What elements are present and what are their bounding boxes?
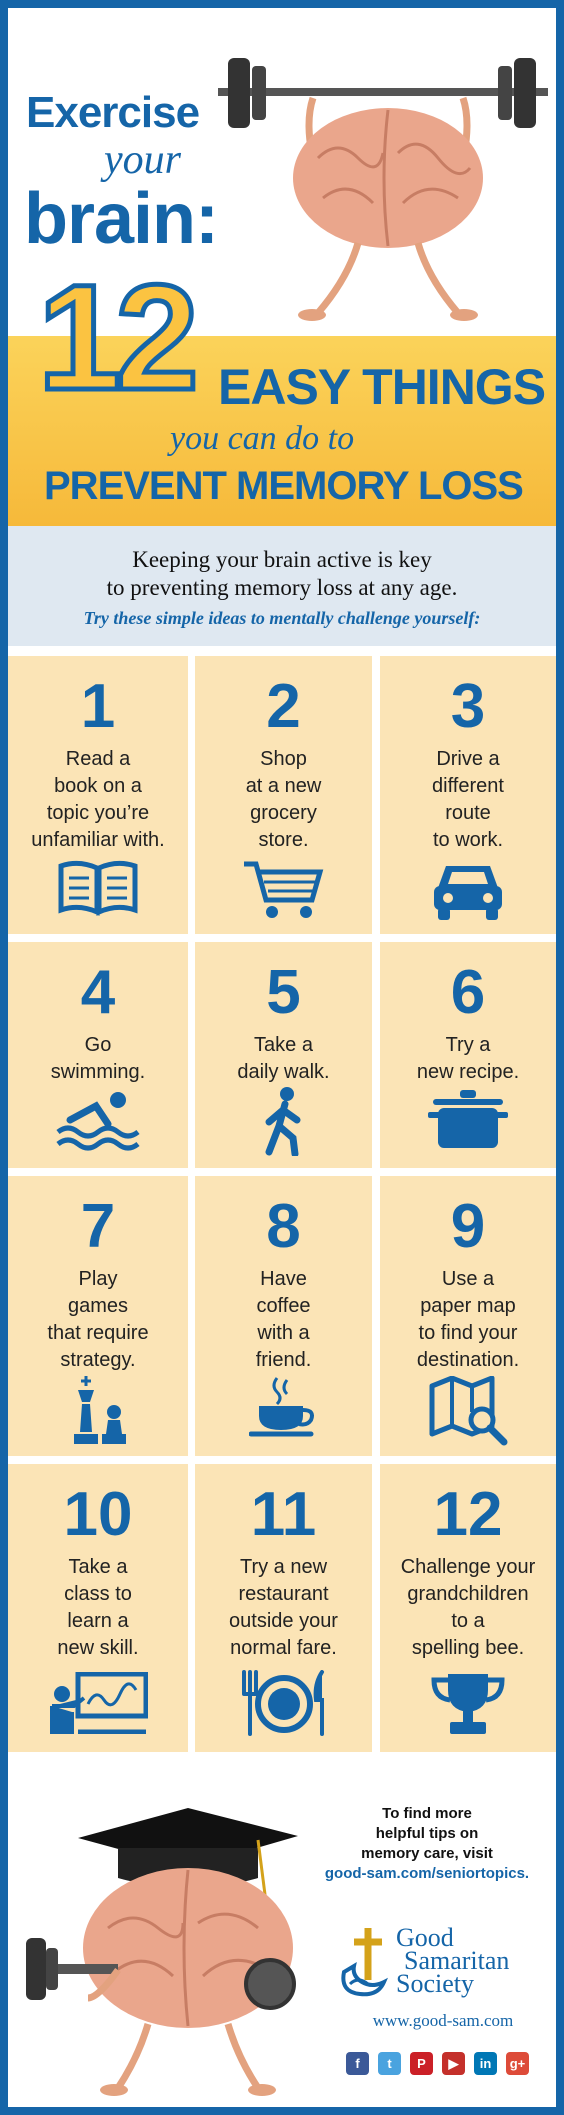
tip-number: 1 <box>80 672 116 741</box>
tip-card: 9 Use a paper map to find your destinati… <box>380 1176 556 1456</box>
walker-icon <box>265 1087 300 1156</box>
graduate-brain-with-dumbbell-illustration <box>26 1808 298 2096</box>
tip-text: Challenge your grandchildren to a spelli… <box>400 1556 536 1659</box>
tip-card: 10 Take a class to learn a new skill. <box>8 1464 188 1752</box>
teacher-icon <box>50 1672 148 1734</box>
tip-card: 5 Take a daily walk. <box>195 942 372 1168</box>
swimmer-icon <box>56 1092 140 1151</box>
tip-number: 11 <box>250 1480 317 1549</box>
tip-text: Have coffee with a friend. <box>255 1268 312 1371</box>
tip-number: 10 <box>63 1480 133 1549</box>
tip-number: 6 <box>450 958 486 1027</box>
website-link[interactable]: www.good-sam.com <box>348 2011 538 2031</box>
logo-line-3: Society <box>396 1969 474 1998</box>
tip-number: 8 <box>266 1192 301 1261</box>
cooking-pot-icon <box>428 1090 508 1148</box>
tip-number: 5 <box>266 958 301 1027</box>
logo-wordmark: Good Samaritan Society <box>396 1925 509 1998</box>
tip-number: 9 <box>450 1192 486 1261</box>
tip-text: Play games that require strategy. <box>47 1268 149 1371</box>
map-icon <box>429 1376 508 1446</box>
tip-number: 3 <box>450 672 486 741</box>
good-samaritan-logo[interactable]: Good Samaritan Society <box>338 1925 548 2000</box>
tip-text: Go swimming. <box>50 1034 146 1083</box>
title-brain: brain: <box>24 179 219 259</box>
intro-box: Keeping your brain active is key to prev… <box>8 526 556 646</box>
google-plus-icon[interactable]: g+ <box>506 2052 529 2075</box>
cross-dove-icon <box>341 1928 388 1997</box>
tip-text: Try a new restaurant outside your normal… <box>229 1556 338 1659</box>
linkedin-icon[interactable]: in <box>474 2052 497 2075</box>
coffee-cup-icon <box>248 1377 314 1437</box>
intro-line-1: Keeping your brain active is key <box>132 547 432 572</box>
tip-card: 7 Play games that require strategy. <box>8 1176 188 1456</box>
big-number-12: 12 <box>36 253 202 421</box>
trophy-icon <box>431 1674 505 1734</box>
tip-card: 3 Drive a different route to work. <box>380 656 556 934</box>
tip-text: Take a daily walk. <box>237 1034 330 1083</box>
tip-number: 12 <box>433 1480 503 1549</box>
title-easy-things: EASY THINGS <box>218 359 546 415</box>
youtube-icon[interactable]: ▶ <box>442 2052 465 2075</box>
tip-number: 2 <box>266 672 301 741</box>
tip-text: Read a book on a topic you’re unfamiliar… <box>31 748 165 851</box>
title-you-can-do-to: you can do to <box>170 420 355 457</box>
shopping-cart-icon <box>243 861 323 918</box>
more-tips-line-2: helpful tips on <box>375 1825 479 1842</box>
tip-text: Use a paper map to find your destination… <box>416 1268 520 1371</box>
tip-card: 11 Try a new restaurant outside your nor… <box>195 1464 372 1752</box>
tip-card: 4 Go swimming. <box>8 942 188 1168</box>
tip-text: Drive a different route to work. <box>432 748 504 851</box>
more-tips-line-3: memory care, visit <box>361 1845 493 1862</box>
title-prevent-memory-loss: PREVENT MEMORY LOSS <box>44 464 524 508</box>
more-tips-line-1: To find more <box>382 1805 472 1822</box>
social-icons: f t P ▶ in g+ <box>346 2052 529 2075</box>
tip-card: 8 Have coffee with a friend. <box>195 1176 372 1456</box>
tip-number: 7 <box>80 1192 116 1261</box>
senior-topics-link[interactable]: good-sam.com/seniortopics. <box>308 1864 546 1884</box>
title-your: your <box>104 137 181 183</box>
footer: To find more helpful tips on memory care… <box>8 1774 556 2107</box>
brain-lifting-barbell-illustration <box>218 58 548 321</box>
plate-utensils-icon <box>241 1670 324 1736</box>
tip-card: 1 Read a book on a topic you’re unfamili… <box>8 656 188 934</box>
title-exercise: Exercise <box>26 88 200 137</box>
car-icon <box>434 866 502 920</box>
tip-card: 12 Challenge your grandchildren to a spe… <box>380 1464 556 1752</box>
tip-text: Try a new recipe. <box>416 1034 520 1083</box>
intro-line-2: to preventing memory loss at any age. <box>106 575 458 600</box>
tip-card: 2 Shop at a new grocery store. <box>195 656 372 934</box>
tip-number: 4 <box>80 958 116 1027</box>
tip-text: Take a class to learn a new skill. <box>57 1556 139 1659</box>
book-icon <box>58 860 138 916</box>
tip-text: Shop at a new grocery store. <box>245 748 322 851</box>
chess-icon <box>74 1376 126 1444</box>
infographic: Exercise your brain: 12 EASY THINGS you … <box>8 8 556 2107</box>
tip-card: 6 Try a new recipe. <box>380 942 556 1168</box>
facebook-icon[interactable]: f <box>346 2052 369 2075</box>
intro-line-3: Try these simple ideas to mentally chall… <box>83 608 481 628</box>
twitter-icon[interactable]: t <box>378 2052 401 2075</box>
more-tips-text: To find more helpful tips on memory care… <box>308 1804 546 1884</box>
pinterest-icon[interactable]: P <box>410 2052 433 2075</box>
